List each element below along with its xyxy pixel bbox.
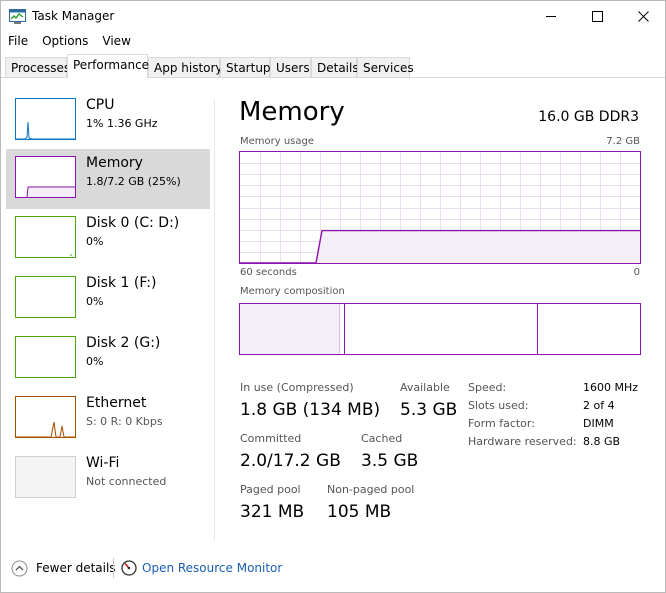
resource-name: CPU (86, 97, 115, 113)
time-axis-end: 0 (633, 267, 640, 278)
in-use-label: In use (Compressed) (240, 381, 354, 394)
resource-item-disk-1[interactable]: Disk 1 (F:) 0% (6, 269, 210, 329)
available-value: 5.3 GB (400, 400, 458, 420)
cached-label: Cached (361, 432, 403, 445)
cached-value: 3.5 GB (361, 451, 419, 471)
resource-monitor-icon[interactable] (121, 560, 137, 580)
memory-usage-chart (240, 152, 640, 263)
composition-in-use-segment (240, 304, 340, 354)
form-factor-value: DIMM (583, 417, 614, 430)
memory-composition-label: Memory composition (240, 286, 345, 297)
cpu-thumbnail-graph (15, 98, 76, 140)
hardware-reserved-value: 8.8 GB (583, 435, 621, 448)
resource-item-disk-2[interactable]: Disk 2 (G:) 0% (6, 329, 210, 389)
resource-value: 0% (86, 235, 104, 248)
tab-app-history[interactable]: App history (148, 57, 223, 77)
disk-2-thumbnail-graph (15, 336, 76, 378)
memory-usage-graph (239, 151, 641, 264)
tab-services[interactable]: Services (357, 57, 414, 77)
resource-value: 1% 1.36 GHz (86, 117, 158, 130)
resource-list: CPU 1% 1.36 GHz Memory 1.8/7.2 GB (25%) (6, 91, 212, 531)
close-button[interactable] (620, 1, 666, 31)
paged-pool-value: 321 MB (240, 502, 305, 522)
maximize-button[interactable] (574, 1, 620, 31)
fewer-details-button[interactable]: Fewer details (36, 561, 116, 575)
minimize-button[interactable] (528, 1, 574, 31)
nonpaged-pool-label: Non-paged pool (327, 483, 415, 496)
disk-0-thumbnail-graph (15, 216, 76, 258)
tab-processes[interactable]: Processes (5, 57, 70, 77)
title-bar[interactable]: Task Manager (1, 1, 665, 31)
memory-spec: 16.0 GB DDR3 (538, 109, 639, 125)
tab-startup[interactable]: Startup (220, 57, 271, 77)
memory-thumbnail-graph (15, 156, 76, 198)
menu-options[interactable]: Options (35, 32, 95, 52)
in-use-value: 1.8 GB (134 MB) (240, 400, 381, 420)
task-manager-app-icon (9, 9, 26, 24)
committed-label: Committed (240, 432, 302, 445)
memory-usage-label: Memory usage (240, 136, 315, 147)
slots-used-value: 2 of 4 (583, 399, 615, 412)
resource-item-cpu[interactable]: CPU 1% 1.36 GHz (6, 91, 210, 151)
resource-name: Disk 2 (G:) (86, 335, 161, 351)
resource-name: Wi-Fi (86, 455, 120, 471)
memory-composition-bar[interactable] (239, 303, 641, 355)
nonpaged-pool-value: 105 MB (327, 502, 392, 522)
tab-performance[interactable]: Performance (67, 54, 149, 78)
time-axis-label: 60 seconds (240, 267, 297, 278)
resource-item-disk-0[interactable]: Disk 0 (C: D:) 0% (6, 209, 210, 269)
menu-bar: File Options View (1, 32, 138, 52)
footer-separator (113, 558, 114, 578)
resource-item-wifi[interactable]: Wi-Fi Not connected (6, 449, 210, 509)
tab-users[interactable]: Users (270, 57, 311, 77)
resource-item-memory[interactable]: Memory 1.8/7.2 GB (25%) (6, 149, 210, 209)
slots-used-label: Slots used: (468, 399, 529, 412)
resource-item-ethernet[interactable]: Ethernet S: 0 R: 0 Kbps (6, 389, 210, 449)
menu-view[interactable]: View (95, 32, 137, 52)
ethernet-thumbnail-graph (15, 396, 76, 438)
tab-bar: Processes Performance App history Startu… (1, 54, 665, 78)
disk-1-thumbnail-graph (15, 276, 76, 318)
resource-value: 1.8/7.2 GB (25%) (86, 175, 181, 188)
resource-value: Not connected (86, 475, 167, 488)
speed-label: Speed: (468, 381, 507, 394)
wifi-thumbnail-graph (15, 456, 76, 498)
menu-file[interactable]: File (1, 32, 35, 52)
resource-name: Memory (86, 155, 143, 171)
available-label: Available (400, 381, 450, 394)
chevron-up-icon[interactable] (11, 560, 28, 581)
open-resource-monitor-link[interactable]: Open Resource Monitor (142, 561, 282, 575)
speed-value: 1600 MHz (583, 381, 639, 394)
resource-name: Disk 0 (C: D:) (86, 215, 180, 231)
memory-composition-chart (240, 304, 538, 354)
minimize-icon (545, 15, 556, 17)
tab-details[interactable]: Details (311, 57, 359, 77)
window-title: Task Manager (32, 9, 115, 23)
page-title: Memory (239, 97, 345, 127)
panel-divider[interactable] (214, 100, 215, 540)
task-manager-window: Task Manager File Options View Processes… (0, 0, 666, 593)
memory-usage-max: 7.2 GB (606, 136, 640, 147)
maximize-icon (591, 10, 603, 22)
resource-name: Disk 1 (F:) (86, 275, 157, 291)
form-factor-label: Form factor: (468, 417, 535, 430)
resource-value: 0% (86, 355, 104, 368)
resource-name: Ethernet (86, 395, 147, 411)
resource-value: S: 0 R: 0 Kbps (86, 415, 163, 428)
committed-value: 2.0/17.2 GB (240, 451, 341, 471)
close-icon (637, 10, 649, 22)
memory-usage-area (316, 230, 640, 263)
hardware-reserved-label: Hardware reserved: (468, 435, 577, 448)
paged-pool-label: Paged pool (240, 483, 301, 496)
resource-value: 0% (86, 295, 104, 308)
